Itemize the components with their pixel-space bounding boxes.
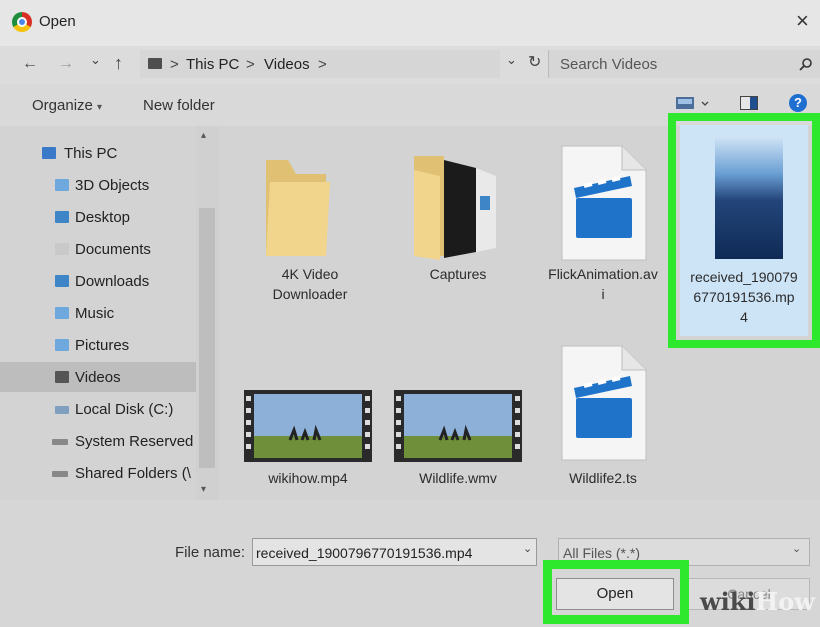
sidebar-item-label: Documents <box>75 241 151 258</box>
file-name: Captures <box>429 266 487 282</box>
file-name: received_190079 <box>690 269 798 285</box>
preview-pane-icon[interactable] <box>740 96 758 110</box>
window-title: Open <box>39 13 76 30</box>
file-name: Downloader <box>272 286 348 302</box>
organize-button[interactable]: Organize ▾ <box>32 97 102 114</box>
breadcrumb-this-pc[interactable]: This PC <box>186 56 239 73</box>
sidebar-item-desktop[interactable]: Desktop <box>0 202 196 232</box>
sidebar-item-pictures[interactable]: Pictures <box>0 330 196 360</box>
search-input[interactable]: Search Videos <box>560 56 657 73</box>
video-file-icon <box>561 345 647 461</box>
search-icon[interactable] <box>799 57 813 71</box>
sidebar-item-documents[interactable]: Documents <box>0 234 196 264</box>
video-thumbnail <box>244 390 372 462</box>
file-item-flickanimation[interactable]: FlickAnimation.av i <box>538 140 668 320</box>
breadcrumb-separator: > <box>318 56 327 73</box>
videos-folder-icon <box>148 58 162 69</box>
sidebar-item-shared-folders[interactable]: Shared Folders (\ <box>0 458 196 488</box>
sidebar-item-system-reserved[interactable]: System Reserved <box>0 426 196 456</box>
file-name-label: File name: <box>175 544 246 561</box>
scroll-down-icon[interactable]: ▾ <box>201 484 206 495</box>
up-arrow-icon[interactable]: ↑ <box>114 54 123 72</box>
sidebar-item-videos[interactable]: Videos <box>0 362 196 392</box>
sidebar-item-label: Music <box>75 305 115 322</box>
file-name-value[interactable]: received_1900796770191536.mp4 <box>256 545 472 561</box>
open-button[interactable]: Open <box>556 578 674 610</box>
cube-icon <box>55 179 69 191</box>
watermark-text: wiki <box>700 587 756 616</box>
forward-arrow-icon[interactable]: → <box>58 56 74 72</box>
back-arrow-icon[interactable]: ← <box>22 56 38 72</box>
breadcrumb-separator: > <box>170 56 179 73</box>
filter-dropdown-icon[interactable]: ⌄ <box>792 542 801 555</box>
organize-label: Organize <box>32 97 93 114</box>
pc-icon <box>42 147 56 159</box>
help-icon[interactable]: ? <box>789 94 807 112</box>
download-icon <box>55 275 69 287</box>
sidebar-item-local-disk[interactable]: Local Disk (C:) <box>0 394 196 424</box>
chrome-icon <box>12 12 32 32</box>
file-item-4k-video-downloader[interactable]: 4K Video Downloader <box>240 140 380 320</box>
breadcrumb-videos[interactable]: Videos <box>264 56 310 73</box>
file-name: 6770191536.mp <box>693 289 795 305</box>
sidebar-item-music[interactable]: Music <box>0 298 196 328</box>
close-icon[interactable]: × <box>796 10 809 32</box>
sidebar-scroll-thumb[interactable] <box>199 208 215 468</box>
breadcrumb-separator: > <box>246 56 255 73</box>
folder-icon <box>266 160 330 256</box>
file-name: Wildlife2.ts <box>569 470 637 486</box>
view-options-icon[interactable] <box>676 96 710 110</box>
open-folder-icon <box>414 156 496 260</box>
videos-icon <box>55 371 69 383</box>
file-name-dropdown-icon[interactable]: ⌄ <box>523 542 532 555</box>
recent-locations-chevron-icon[interactable]: ⌄ <box>90 52 101 68</box>
sidebar-item-3d-objects[interactable]: 3D Objects <box>0 170 196 200</box>
file-item-received-video[interactable]: received_190079 6770191536.mp 4 <box>680 125 808 336</box>
file-name: 4 <box>740 309 748 325</box>
file-item-wikihow-mp4[interactable]: wikihow.mp4 <box>238 380 378 490</box>
wikihow-watermark: wikiHow <box>700 587 815 616</box>
pictures-icon <box>55 339 69 351</box>
file-item-captures[interactable]: Captures <box>388 140 528 320</box>
file-name: FlickAnimation.av <box>548 266 658 282</box>
file-name: i <box>601 286 605 302</box>
file-item-wildlife-wmv[interactable]: Wildlife.wmv <box>388 380 528 490</box>
network-drive-icon <box>52 471 68 477</box>
sidebar-item-this-pc[interactable]: This PC <box>0 138 196 168</box>
sidebar-item-label: Pictures <box>75 337 130 354</box>
drive-icon <box>52 439 68 445</box>
video-thumbnail <box>394 390 522 462</box>
desktop-icon <box>55 211 69 223</box>
scroll-up-icon[interactable]: ▴ <box>201 130 206 141</box>
sidebar-item-label: Local Disk (C:) <box>75 401 174 418</box>
file-name: Wildlife.wmv <box>419 470 497 486</box>
file-item-wildlife2-ts[interactable]: Wildlife2.ts <box>538 340 668 490</box>
sidebar-item-label: Videos <box>75 369 121 386</box>
new-folder-button[interactable]: New folder <box>143 97 215 114</box>
sidebar-item-downloads[interactable]: Downloads <box>0 266 196 296</box>
organize-caret-icon: ▾ <box>97 102 103 113</box>
sidebar-item-label: Shared Folders (\ <box>75 465 191 482</box>
sidebar-item-label: Downloads <box>75 273 150 290</box>
file-name: 4K Video <box>281 266 339 282</box>
disk-icon <box>55 406 69 414</box>
sidebar-item-label: This PC <box>64 145 118 162</box>
file-type-filter-value: All Files (*.*) <box>563 545 641 561</box>
sidebar-item-label: 3D Objects <box>75 177 150 194</box>
sidebar-item-label: Desktop <box>75 209 131 226</box>
video-thumbnail <box>715 137 783 259</box>
navigation-pane: This PC 3D Objects Desktop Documents Dow… <box>0 126 218 500</box>
address-dropdown-icon[interactable]: ⌄ <box>506 52 517 68</box>
title-bar <box>0 0 820 47</box>
sidebar-item-label: System Reserved <box>75 433 194 450</box>
documents-icon <box>55 243 69 255</box>
watermark-text: How <box>755 587 815 616</box>
video-file-icon <box>561 145 647 261</box>
refresh-icon[interactable]: ↻ <box>528 55 541 71</box>
file-name: wikihow.mp4 <box>268 470 348 486</box>
music-icon <box>55 307 69 319</box>
